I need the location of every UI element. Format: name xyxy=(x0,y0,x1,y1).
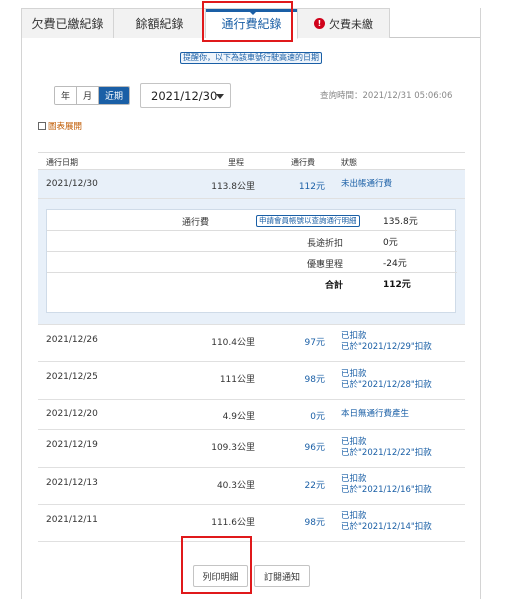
row-fee: 96元 xyxy=(304,443,325,453)
row-mileage: 40.3公里 xyxy=(216,481,255,491)
row-date: 2021/12/20 xyxy=(46,409,98,419)
row-mileage: 4.9公里 xyxy=(222,412,255,422)
detail-total-value: 112元 xyxy=(383,280,411,290)
row-status: 已扣款 已於"2021/12/29"扣款 xyxy=(341,331,432,353)
detail-discount-value: 0元 xyxy=(383,238,398,248)
tab-paid-arrears[interactable]: 欠費已繳紀錄 xyxy=(22,8,114,38)
header-status: 狀態 xyxy=(341,158,357,167)
date-dropdown-value: 2021/12/30 xyxy=(151,88,218,103)
table-row[interactable]: 2021/12/20 4.9公里 0元 本日無通行費產生 xyxy=(38,400,465,430)
row-mileage: 111公里 xyxy=(219,375,255,385)
row-status-line1: 已扣款 xyxy=(341,474,367,484)
warning-icon: ! xyxy=(314,18,325,29)
header-fee: 通行費 xyxy=(291,158,315,167)
row-status: 本日無通行費產生 xyxy=(341,409,409,420)
row-status: 已扣款 已於"2021/12/28"扣款 xyxy=(341,369,432,391)
chevron-down-icon xyxy=(216,94,224,99)
detail-total-label: 合計 xyxy=(324,281,343,291)
detail-row-total: 合計 112元 xyxy=(47,273,457,294)
detail-fee-value: 135.8元 xyxy=(383,217,418,227)
row-status-line1: 已扣款 xyxy=(341,437,367,447)
annotation-box-tab xyxy=(202,1,293,42)
table-header: 通行日期 里程 通行費 狀態 xyxy=(38,152,465,170)
fee-detail-box: 通行費 申請會員帳號以查詢通行明細 135.8元 長途折扣 0元 優惠里程 -2… xyxy=(46,209,457,313)
row-fee: 22元 xyxy=(304,481,325,491)
row-fee: 98元 xyxy=(304,518,325,528)
row-date: 2021/12/25 xyxy=(46,372,98,382)
header-date: 通行日期 xyxy=(46,158,78,167)
row-status-line2: 已於"2021/12/29"扣款 xyxy=(341,342,432,352)
row-mileage: 109.3公里 xyxy=(211,443,255,453)
tab-unpaid-arrears-label: 欠費未繳 xyxy=(329,17,373,31)
reminder-note: 提醒你，以下為該車號行駛高速的日期 xyxy=(180,52,322,64)
tab-balance[interactable]: 餘額紀錄 xyxy=(114,8,206,38)
subscribe-notification-button[interactable]: 訂閱通知 xyxy=(254,565,310,587)
detail-row-free-mileage: 優惠里程 -24元 xyxy=(47,252,457,273)
row-status-line1: 本日無通行費產生 xyxy=(341,409,410,419)
row-mileage: 111.6公里 xyxy=(211,518,255,528)
row-fee: 112元 xyxy=(298,182,325,192)
row-status-line1: 已扣款 xyxy=(341,369,367,379)
row-mileage: 113.8公里 xyxy=(211,182,255,192)
tab-unpaid-arrears[interactable]: ! 欠費未繳 xyxy=(298,8,390,38)
row-status: 已扣款 已於"2021/12/22"扣款 xyxy=(341,437,432,459)
row-status-line2: 已於"2021/12/16"扣款 xyxy=(341,485,432,495)
detail-discount-label: 長途折扣 xyxy=(306,239,343,249)
row-fee: 98元 xyxy=(304,375,325,385)
row-date: 2021/12/13 xyxy=(46,478,98,488)
chart-toggle[interactable]: 圖表展開 xyxy=(38,120,82,132)
header-mileage: 里程 xyxy=(228,158,244,167)
fee-detail-panel: 通行費 申請會員帳號以查詢通行明細 135.8元 長途折扣 0元 優惠里程 -2… xyxy=(38,199,465,325)
row-fee: 97元 xyxy=(304,338,325,348)
query-time: 查詢時間：2021/12/31 05:06:06 xyxy=(320,91,453,101)
detail-row-fee: 通行費 申請會員帳號以查詢通行明細 135.8元 xyxy=(47,210,457,231)
period-month-button[interactable]: 月 xyxy=(77,87,100,104)
row-date: 2021/12/19 xyxy=(46,440,98,450)
row-status-line2: 已於"2021/12/14"扣款 xyxy=(341,522,432,532)
row-status: 已扣款 已於"2021/12/16"扣款 xyxy=(341,474,432,496)
row-status: 未出帳通行費 xyxy=(341,179,393,189)
row-status: 已扣款 已於"2021/12/14"扣款 xyxy=(341,511,432,533)
detail-free-value: -24元 xyxy=(383,259,407,269)
period-recent-button[interactable]: 近期 xyxy=(99,87,130,104)
toll-record-panel: 欠費已繳紀錄 餘額紀錄 通行費紀錄 ! 欠費未繳 提醒你，以下為該車號行駛高速的… xyxy=(21,8,481,599)
row-status-line2: 已於"2021/12/28"扣款 xyxy=(341,380,432,390)
row-status-line1: 已扣款 xyxy=(341,511,367,521)
table-row[interactable]: 2021/12/26 110.4公里 97元 已扣款 已於"2021/12/29"… xyxy=(38,325,465,362)
detail-free-label: 優惠里程 xyxy=(306,260,343,270)
table-row[interactable]: 2021/12/25 111公里 98元 已扣款 已於"2021/12/28"扣款 xyxy=(38,362,465,400)
row-date: 2021/12/26 xyxy=(46,335,98,345)
date-dropdown[interactable]: 2021/12/30 xyxy=(140,83,231,108)
row-date: 2021/12/11 xyxy=(46,515,98,525)
row-fee: 0元 xyxy=(310,412,325,422)
period-selector: 年 月 近期 xyxy=(54,86,131,105)
detail-row-discount: 長途折扣 0元 xyxy=(47,231,457,252)
apply-member-link[interactable]: 申請會員帳號以查詢通行明細 xyxy=(256,215,360,227)
checkbox-icon[interactable] xyxy=(38,122,46,130)
annotation-box-print xyxy=(181,536,252,594)
table-row[interactable]: 2021/12/19 109.3公里 96元 已扣款 已於"2021/12/22"… xyxy=(38,430,465,468)
row-status-line1: 已扣款 xyxy=(341,331,367,341)
table-row-selected[interactable]: 2021/12/30 113.8公里 112元 未出帳通行費 xyxy=(38,170,465,199)
row-status-line2: 已於"2021/12/22"扣款 xyxy=(341,448,432,458)
chart-toggle-label: 圖表展開 xyxy=(48,122,83,132)
row-date: 2021/12/30 xyxy=(46,179,98,189)
row-mileage: 110.4公里 xyxy=(211,338,255,348)
table-row[interactable]: 2021/12/13 40.3公里 22元 已扣款 已於"2021/12/16"扣… xyxy=(38,468,465,505)
detail-fee-label: 通行費 xyxy=(181,218,209,228)
period-year-button[interactable]: 年 xyxy=(55,87,78,104)
